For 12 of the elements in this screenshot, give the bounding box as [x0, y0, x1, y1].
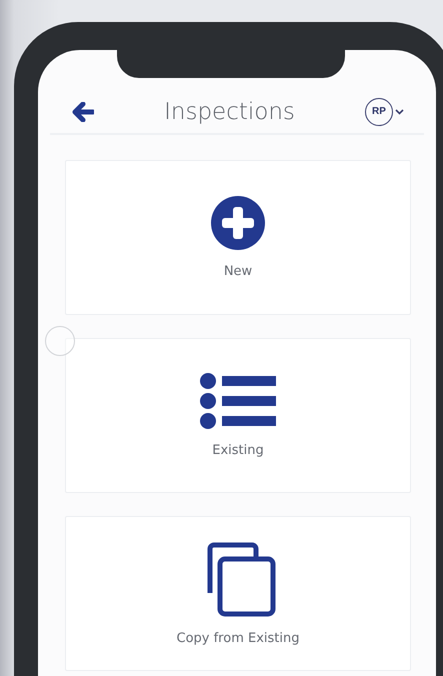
chevron-down-icon: [395, 108, 404, 114]
page-title: Inspections: [164, 98, 295, 124]
avatar-initials: RP: [365, 98, 393, 126]
list-icon: [200, 373, 276, 429]
option-card[interactable]: Existing: [65, 338, 411, 493]
option-card[interactable]: Copy from Existing: [65, 516, 411, 671]
option-card[interactable]: New: [65, 160, 411, 315]
account-menu-button[interactable]: RP: [365, 98, 404, 126]
back-button[interactable]: [72, 102, 94, 122]
circle-icon: [45, 326, 75, 356]
plus-circle-icon: [211, 196, 265, 250]
back-arrow-icon: [72, 102, 94, 122]
